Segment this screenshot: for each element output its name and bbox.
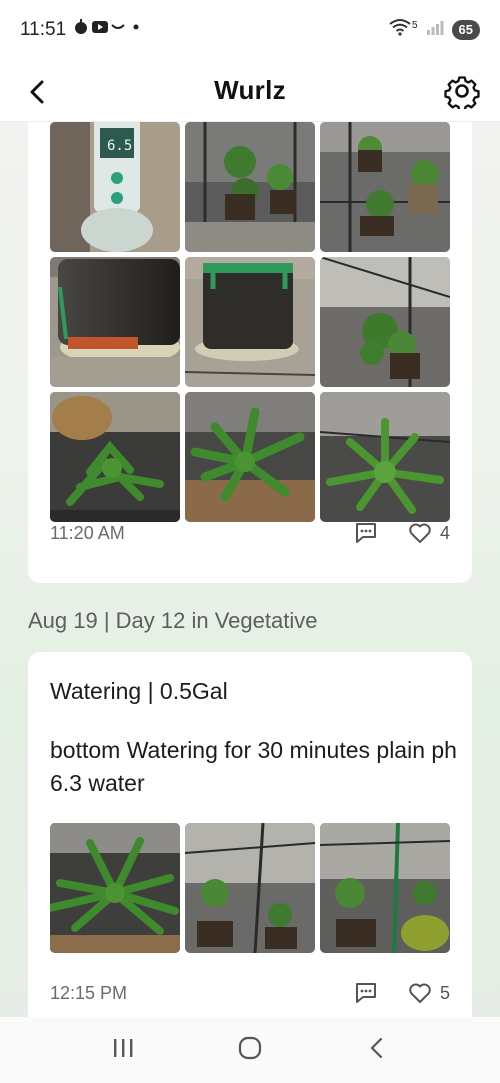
photo-thumbnail[interactable] xyxy=(50,392,180,522)
back-arrow-icon xyxy=(30,80,44,104)
network-type-label: 5 xyxy=(411,19,418,31)
entry-footer: 11:20 AM 4 xyxy=(50,522,450,544)
back-button[interactable] xyxy=(22,76,54,108)
svg-text:6.5: 6.5 xyxy=(107,138,132,154)
system-back-button[interactable] xyxy=(364,1035,390,1066)
photo-grid xyxy=(50,823,450,953)
photo-thumbnail[interactable]: 6.5 xyxy=(50,122,180,252)
recent-apps-button[interactable] xyxy=(110,1036,136,1065)
photo-thumbnail[interactable] xyxy=(185,257,315,387)
photo-thumbnail[interactable] xyxy=(185,392,315,522)
comment-icon xyxy=(355,523,376,543)
heart-icon xyxy=(409,523,431,543)
like-button[interactable]: 5 xyxy=(408,982,450,1004)
photo-thumbnail[interactable] xyxy=(50,257,180,387)
battery-indicator: 65 xyxy=(451,20,480,40)
photo-thumbnail[interactable] xyxy=(320,392,450,522)
app-header: Wurlz xyxy=(0,60,500,122)
heart-icon xyxy=(409,983,431,1003)
home-icon xyxy=(238,1036,262,1059)
journal-entry-card: Watering | 0.5Gal bottom Watering for 30… xyxy=(28,652,472,1017)
notification-icons xyxy=(74,17,144,43)
like-button[interactable]: 4 xyxy=(408,522,450,544)
entry-footer: 12:15 PM 5 xyxy=(50,982,450,1004)
entry-title: Watering | 0.5Gal xyxy=(50,678,228,704)
wifi-icon xyxy=(388,18,412,42)
entry-time: 11:20 AM xyxy=(50,522,125,543)
photo-thumbnail[interactable] xyxy=(50,823,180,953)
photo-thumbnail[interactable] xyxy=(185,122,315,252)
comment-icon xyxy=(355,983,376,1003)
photo-thumbnail[interactable] xyxy=(320,823,450,953)
journal-feed[interactable]: 6.5 11:20 AM 4 Aug 19 | Day 12 in Vegeta… xyxy=(0,122,500,1017)
journal-entry-card: 6.5 11:20 AM 4 xyxy=(28,122,472,583)
comment-button[interactable] xyxy=(354,522,378,544)
status-bar: 11:51 5 65 xyxy=(0,0,500,60)
home-button[interactable] xyxy=(237,1035,263,1066)
photo-thumbnail[interactable] xyxy=(185,823,315,953)
like-count: 5 xyxy=(439,982,450,1003)
page-title: Wurlz xyxy=(214,75,286,105)
system-nav-bar xyxy=(0,1017,500,1083)
comment-button[interactable] xyxy=(354,982,378,1004)
entry-body: bottom Watering for 30 minutes plain ph … xyxy=(50,737,457,796)
photo-thumbnail[interactable] xyxy=(320,122,450,252)
photo-grid: 6.5 xyxy=(50,122,450,522)
gear-icon xyxy=(444,76,480,112)
signal-icon xyxy=(426,19,444,41)
chevron-left-icon xyxy=(370,1037,382,1058)
entry-time: 12:15 PM xyxy=(50,982,128,1003)
settings-button[interactable] xyxy=(444,73,480,112)
status-time: 11:51 xyxy=(20,19,67,40)
recent-apps-icon xyxy=(114,1038,133,1057)
day-header: Aug 19 | Day 12 in Vegetative xyxy=(28,608,318,633)
photo-thumbnail[interactable] xyxy=(320,257,450,387)
like-count: 4 xyxy=(439,522,450,543)
